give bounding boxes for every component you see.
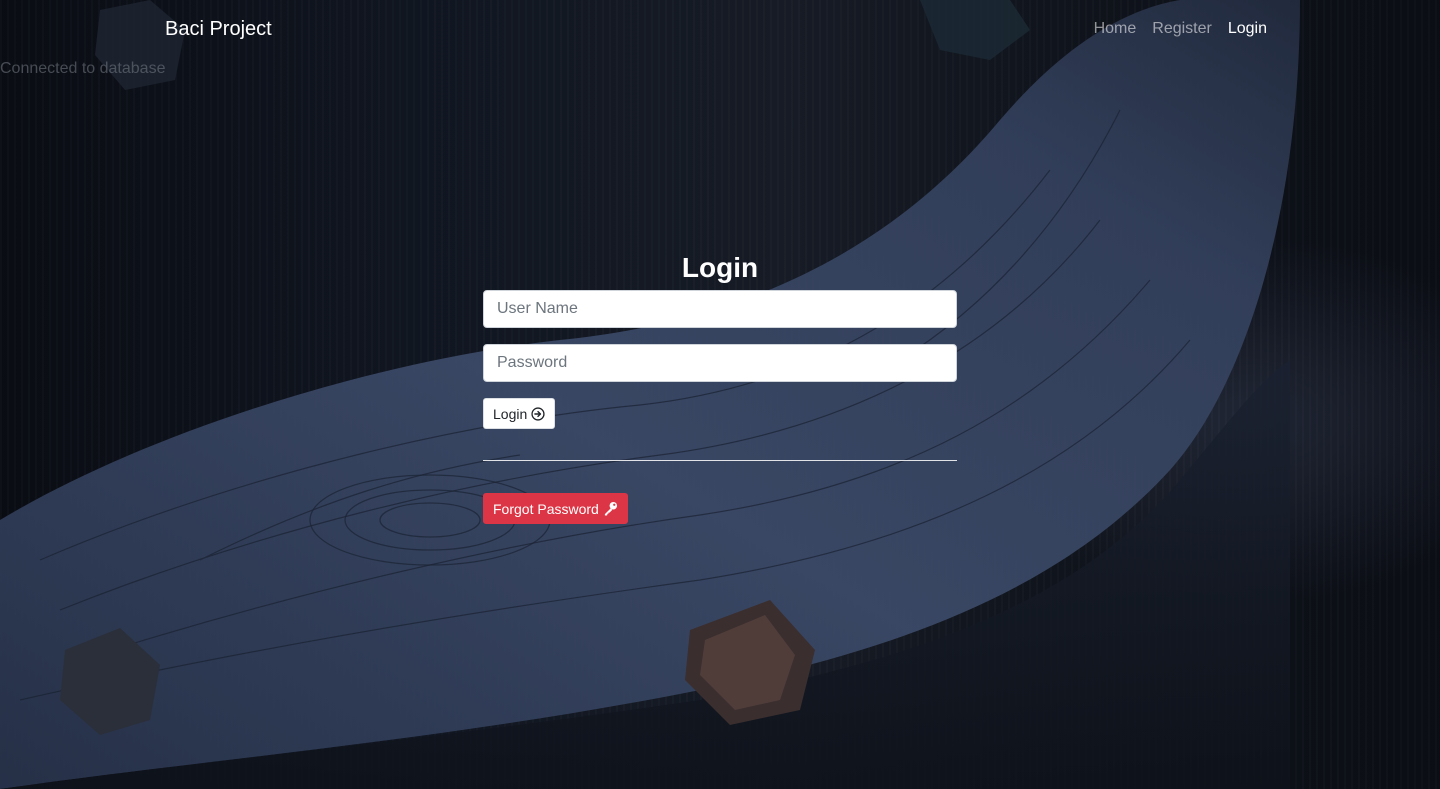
brand-link[interactable]: Baci Project bbox=[165, 16, 272, 42]
form-divider bbox=[483, 460, 957, 461]
arrow-right-circle-icon bbox=[531, 406, 545, 421]
login-button[interactable]: Login bbox=[483, 398, 556, 429]
forgot-password-button[interactable]: Forgot Password bbox=[483, 493, 628, 524]
login-title: Login bbox=[681, 252, 759, 283]
key-icon bbox=[603, 501, 618, 516]
username-input[interactable] bbox=[483, 290, 957, 328]
connection-status-text: Connected to database bbox=[0, 60, 166, 77]
login-button-label: Login bbox=[493, 405, 528, 422]
forgot-password-label: Forgot Password bbox=[493, 500, 599, 517]
navbar: Baci Project Home Register Login bbox=[0, 0, 1440, 58]
nav-links: Home Register Login bbox=[1086, 18, 1267, 40]
nav-link-register[interactable]: Register bbox=[1144, 18, 1220, 40]
login-form: Login Login Forgot Password bbox=[483, 248, 957, 524]
nav-link-home[interactable]: Home bbox=[1086, 18, 1145, 40]
nav-link-login[interactable]: Login bbox=[1220, 18, 1267, 40]
password-input[interactable] bbox=[483, 344, 957, 382]
